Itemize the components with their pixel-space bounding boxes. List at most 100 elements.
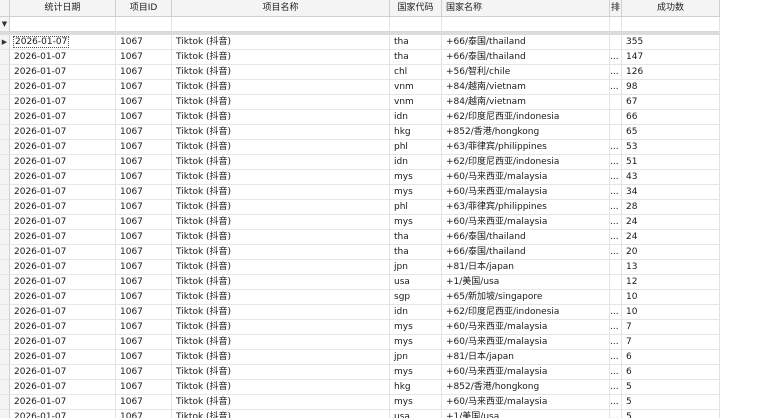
cell-success-count[interactable]: 10 — [622, 305, 720, 320]
filter-icon[interactable]: ▼ — [0, 17, 10, 32]
cell-project-name[interactable]: Tiktok (抖音) — [172, 380, 390, 395]
table-row[interactable]: 2026-01-07 1067 Tiktok (抖音) phl +63/菲律宾/phil… — [0, 140, 768, 155]
cell-narrow[interactable]: ... — [610, 410, 622, 418]
table-row[interactable]: 2026-01-07 1067 Tiktok (抖音) tha +66/泰国/thail… — [0, 50, 768, 65]
cell-narrow[interactable]: ... — [610, 215, 622, 230]
cell-date[interactable]: 2026-01-07 — [10, 410, 116, 418]
cell-country-name[interactable]: +56/智利/chile — [442, 65, 610, 80]
cell-country-code[interactable]: usa — [390, 275, 442, 290]
cell-success-count[interactable]: 5 — [622, 395, 720, 410]
cell-success-count[interactable]: 51 — [622, 155, 720, 170]
cell-date[interactable]: 2026-01-07 — [10, 320, 116, 335]
row-indicator[interactable] — [0, 320, 10, 335]
cell-narrow[interactable]: ... — [610, 335, 622, 350]
cell-country-name[interactable]: +62/印度尼西亚/indonesia — [442, 155, 610, 170]
cell-narrow[interactable] — [610, 95, 622, 110]
cell-date[interactable]: 2026-01-07 — [10, 125, 116, 140]
cell-date[interactable]: 2026-01-07 — [10, 50, 116, 65]
cell-country-name[interactable]: +60/马来西亚/malaysia — [442, 320, 610, 335]
cell-country-name[interactable]: +62/印度尼西亚/indonesia — [442, 110, 610, 125]
row-indicator[interactable] — [0, 125, 10, 140]
table-row[interactable]: 2026-01-07 1067 Tiktok (抖音) hkg +852/香港/hong… — [0, 380, 768, 395]
cell-country-name[interactable]: +62/印度尼西亚/indonesia — [442, 305, 610, 320]
cell-success-count[interactable]: 12 — [622, 275, 720, 290]
cell-project-name[interactable]: Tiktok (抖音) — [172, 230, 390, 245]
cell-success-count[interactable]: 7 — [622, 335, 720, 350]
cell-project-id[interactable]: 1067 — [116, 290, 172, 305]
cell-country-code[interactable]: phl — [390, 200, 442, 215]
cell-country-code[interactable]: mys — [390, 320, 442, 335]
row-indicator[interactable] — [0, 290, 10, 305]
cell-narrow[interactable]: ... — [610, 320, 622, 335]
cell-date[interactable]: 2026-01-07 — [10, 155, 116, 170]
cell-project-name[interactable]: Tiktok (抖音) — [172, 365, 390, 380]
cell-country-code[interactable]: tha — [390, 50, 442, 65]
cell-project-id[interactable]: 1067 — [116, 35, 172, 50]
row-indicator[interactable] — [0, 230, 10, 245]
cell-project-id[interactable]: 1067 — [116, 335, 172, 350]
cell-project-name[interactable]: Tiktok (抖音) — [172, 155, 390, 170]
cell-project-id[interactable]: 1067 — [116, 140, 172, 155]
cell-country-code[interactable]: mys — [390, 170, 442, 185]
cell-date[interactable]: 2026-01-07 — [10, 215, 116, 230]
cell-success-count[interactable]: 28 — [622, 200, 720, 215]
row-indicator[interactable] — [0, 380, 10, 395]
table-row[interactable]: 2026-01-07 1067 Tiktok (抖音) usa +1/美国/usa...… — [0, 410, 768, 418]
cell-narrow[interactable] — [610, 275, 622, 290]
table-row[interactable]: 2026-01-07 1067 Tiktok (抖音) jpn +81/日本/japan… — [0, 350, 768, 365]
row-indicator[interactable] — [0, 350, 10, 365]
cell-project-id[interactable]: 1067 — [116, 365, 172, 380]
filter-cell-date[interactable] — [10, 17, 116, 32]
cell-narrow[interactable] — [610, 260, 622, 275]
row-indicator[interactable] — [0, 95, 10, 110]
row-indicator[interactable] — [0, 215, 10, 230]
filter-cell-project-id[interactable] — [116, 17, 172, 32]
row-indicator[interactable] — [0, 50, 10, 65]
cell-narrow[interactable]: ... — [610, 185, 622, 200]
cell-country-name[interactable]: +66/泰国/thailand — [442, 230, 610, 245]
cell-project-name[interactable]: Tiktok (抖音) — [172, 290, 390, 305]
filter-cell-country-name[interactable] — [442, 17, 610, 32]
cell-narrow[interactable] — [610, 290, 622, 305]
cell-success-count[interactable]: 355 — [622, 35, 720, 50]
cell-date[interactable]: 2026-01-07 — [10, 65, 116, 80]
cell-project-id[interactable]: 1067 — [116, 170, 172, 185]
cell-project-id[interactable]: 1067 — [116, 110, 172, 125]
row-indicator[interactable] — [0, 185, 10, 200]
row-indicator[interactable] — [0, 245, 10, 260]
cell-country-code[interactable]: jpn — [390, 350, 442, 365]
cell-country-code[interactable]: mys — [390, 335, 442, 350]
cell-narrow[interactable]: ... — [610, 50, 622, 65]
row-indicator[interactable] — [0, 335, 10, 350]
table-row[interactable]: 2026-01-07 1067 Tiktok (抖音) mys +60/马来西亚/mal… — [0, 215, 768, 230]
cell-date[interactable]: 2026-01-07 — [10, 245, 116, 260]
cell-country-name[interactable]: +66/泰国/thailand — [442, 50, 610, 65]
column-header-success-count[interactable]: 成功数 — [622, 0, 720, 17]
cell-narrow[interactable]: ... — [610, 140, 622, 155]
table-row[interactable]: 2026-01-07 1067 Tiktok (抖音) sgp +65/新加坡/sing… — [0, 290, 768, 305]
cell-country-code[interactable]: vnm — [390, 80, 442, 95]
cell-success-count[interactable]: 5 — [622, 410, 720, 418]
row-indicator[interactable] — [0, 410, 10, 418]
cell-project-id[interactable]: 1067 — [116, 350, 172, 365]
cell-country-name[interactable]: +60/马来西亚/malaysia — [442, 395, 610, 410]
cell-country-code[interactable]: tha — [390, 35, 442, 50]
column-header-country-name[interactable]: 国家名称 — [442, 0, 610, 17]
column-header-country-code[interactable]: 国家代码 — [390, 0, 442, 17]
cell-country-code[interactable]: idn — [390, 110, 442, 125]
cell-success-count[interactable]: 98 — [622, 80, 720, 95]
cell-project-name[interactable]: Tiktok (抖音) — [172, 80, 390, 95]
cell-project-id[interactable]: 1067 — [116, 155, 172, 170]
cell-project-name[interactable]: Tiktok (抖音) — [172, 185, 390, 200]
table-row[interactable]: 2026-01-07 1067 Tiktok (抖音) idn +62/印度尼西亚/in… — [0, 305, 768, 320]
cell-narrow[interactable]: ... — [610, 365, 622, 380]
cell-success-count[interactable]: 20 — [622, 245, 720, 260]
cell-country-name[interactable]: +66/泰国/thailand — [442, 245, 610, 260]
cell-country-name[interactable]: +60/马来西亚/malaysia — [442, 185, 610, 200]
cell-date[interactable]: 2026-01-07 — [10, 305, 116, 320]
cell-country-name[interactable]: +81/日本/japan — [442, 260, 610, 275]
cell-project-id[interactable]: 1067 — [116, 260, 172, 275]
cell-narrow[interactable]: ... — [610, 350, 622, 365]
cell-narrow[interactable]: ... — [610, 395, 622, 410]
cell-date[interactable]: 2026-01-07 — [10, 380, 116, 395]
